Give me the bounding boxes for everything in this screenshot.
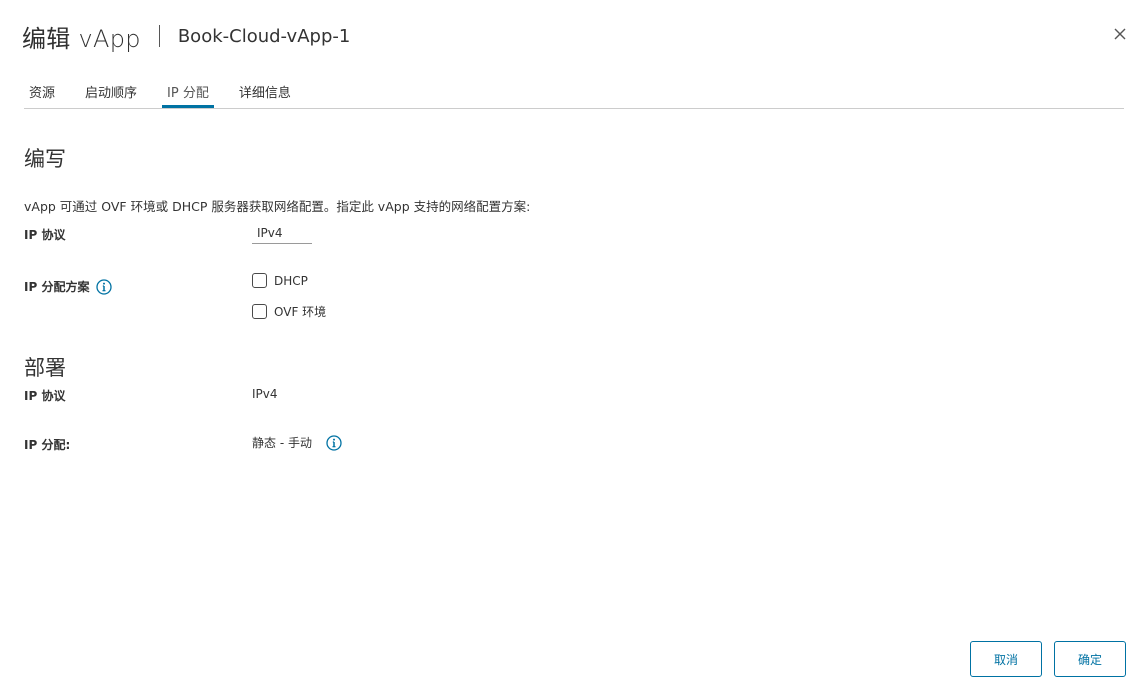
tab-bar: 资源 启动顺序 IP 分配 详细信息 bbox=[24, 76, 1124, 109]
deploy-ip-allocation-value: 静态 - 手动 bbox=[252, 436, 312, 450]
deploy-ip-allocation-label: IP 分配: bbox=[24, 438, 71, 452]
ip-scheme-label-row: IP 分配方案 bbox=[24, 278, 113, 295]
ip-scheme-label: IP 分配方案 bbox=[24, 280, 90, 294]
ok-button[interactable]: 确定 bbox=[1054, 641, 1126, 677]
dhcp-checkbox-row[interactable]: DHCP bbox=[252, 273, 308, 288]
info-icon[interactable] bbox=[96, 278, 113, 295]
dialog-header: 编辑 vApp Book-Cloud-vApp-1 bbox=[22, 18, 350, 54]
ovf-env-label: OVF 环境 bbox=[274, 305, 327, 319]
title-divider bbox=[158, 25, 160, 47]
ovf-env-checkbox[interactable] bbox=[252, 304, 267, 319]
tab-ip-allocation[interactable]: IP 分配 bbox=[162, 76, 214, 108]
close-icon bbox=[1114, 28, 1126, 40]
dhcp-checkbox[interactable] bbox=[252, 273, 267, 288]
dialog-subtitle: Book-Cloud-vApp-1 bbox=[177, 25, 351, 47]
ip-protocol-select[interactable]: IPv4 bbox=[252, 224, 312, 244]
cancel-button[interactable]: 取消 bbox=[970, 641, 1042, 677]
tab-resources[interactable]: 资源 bbox=[24, 76, 60, 101]
close-button[interactable] bbox=[1112, 26, 1128, 42]
compose-section-title: 编写 bbox=[24, 147, 66, 171]
deploy-section-title: 部署 bbox=[24, 356, 66, 380]
info-icon[interactable] bbox=[326, 434, 342, 451]
tab-details[interactable]: 详细信息 bbox=[234, 76, 296, 101]
deploy-ip-protocol-value: IPv4 bbox=[252, 387, 278, 401]
dialog-title: 编辑 vApp bbox=[22, 24, 141, 53]
ovf-env-checkbox-row[interactable]: OVF 环境 bbox=[252, 303, 326, 320]
deploy-ip-protocol-label: IP 协议 bbox=[24, 389, 66, 403]
edit-vapp-dialog: 编辑 vApp Book-Cloud-vApp-1 资源 启动顺序 IP 分配 … bbox=[0, 0, 1148, 699]
compose-ip-protocol-label: IP 协议 bbox=[24, 228, 66, 242]
deploy-ip-allocation-row: 静态 - 手动 bbox=[252, 434, 342, 451]
tab-boot-order[interactable]: 启动顺序 bbox=[80, 76, 142, 101]
dhcp-label: DHCP bbox=[274, 273, 308, 288]
compose-description: vApp 可通过 OVF 环境或 DHCP 服务器获取网络配置。指定此 vApp… bbox=[24, 199, 531, 214]
